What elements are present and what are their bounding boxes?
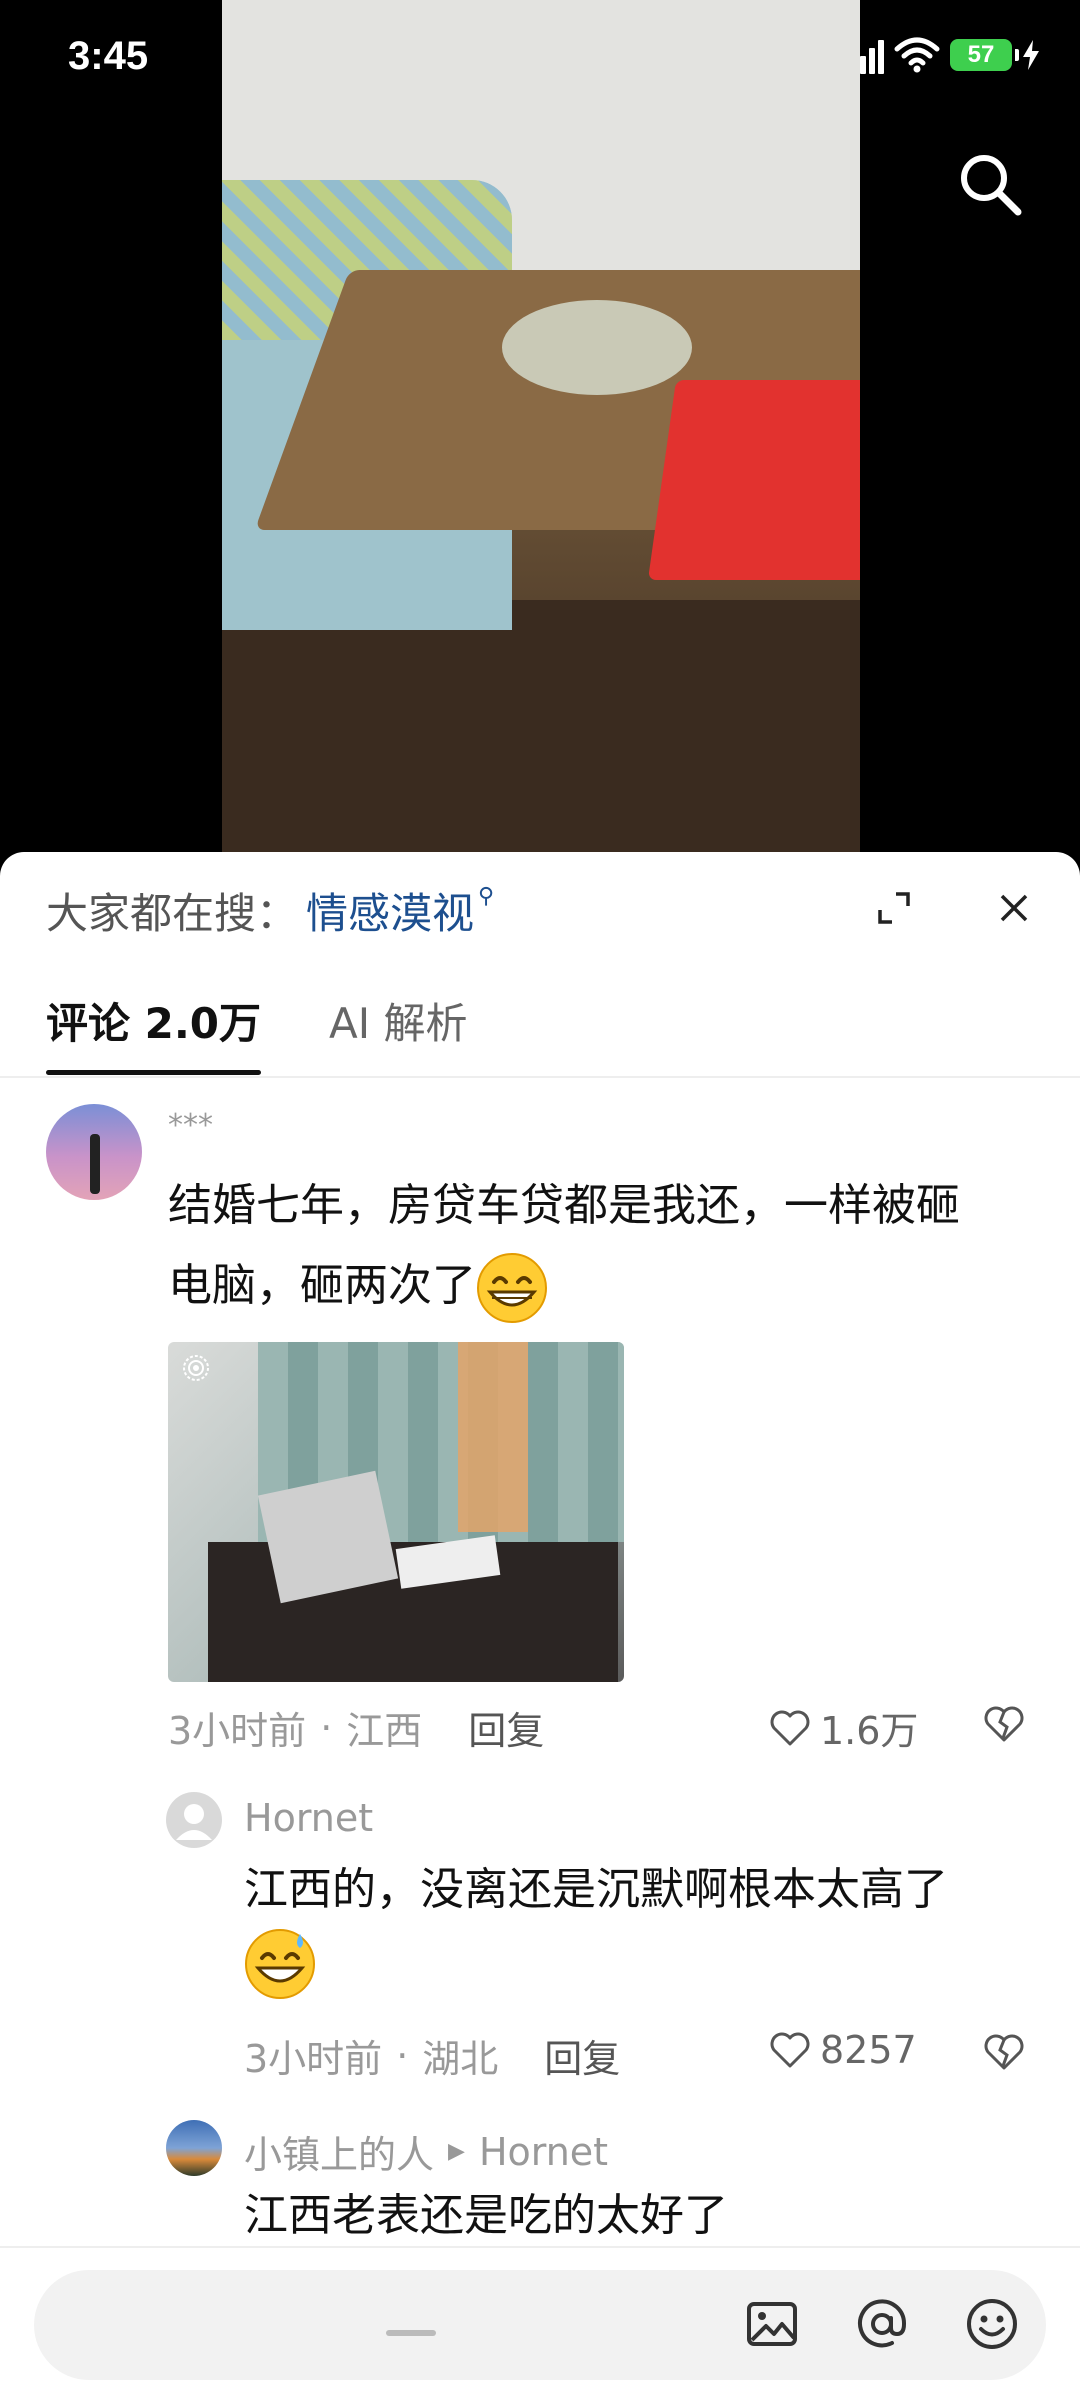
comment-image[interactable] bbox=[168, 1342, 624, 1682]
reply-meta: 3小时前 · 湖北 回复 bbox=[244, 2028, 620, 2083]
expand-icon[interactable] bbox=[876, 890, 912, 926]
at-mention-icon[interactable] bbox=[854, 2296, 910, 2352]
reply-time: 3小时前 bbox=[244, 2037, 383, 2081]
meta-dot: · bbox=[320, 1705, 333, 1750]
video-ashtray bbox=[502, 300, 692, 395]
image-light bbox=[458, 1342, 528, 1532]
reply-arrow-icon: ▶ bbox=[448, 2139, 465, 2164]
comment-username[interactable]: *** bbox=[168, 1108, 213, 1143]
comment-text: 结婚七年，房贷车贷都是我还，一样被砸 电脑，砸两次了 bbox=[168, 1166, 1038, 1326]
video-floor bbox=[222, 600, 860, 852]
charging-icon bbox=[1023, 40, 1039, 70]
reply-to-username[interactable]: Hornet bbox=[479, 2130, 608, 2174]
meta-dot: · bbox=[396, 2033, 409, 2078]
status-time: 3:45 bbox=[68, 34, 149, 78]
search-icon[interactable] bbox=[956, 150, 1024, 218]
trending-keyword[interactable]: 情感漠视 bbox=[306, 880, 474, 941]
like-button[interactable]: 1.6万 bbox=[768, 1700, 918, 1755]
like-count: 1.6万 bbox=[820, 1709, 919, 1753]
comment-meta: 3小时前 · 江西 回复 bbox=[168, 1700, 544, 1755]
reply-text-line1: 江西的，没离还是沉默啊根本太高了 bbox=[244, 1864, 948, 1915]
reply-header: 小镇上的人 ▶ Hornet bbox=[244, 2124, 608, 2179]
video-frame[interactable] bbox=[222, 0, 860, 852]
tab-comments[interactable]: 评论 2.0万 bbox=[46, 990, 262, 1075]
comment-location: 江西 bbox=[346, 1709, 423, 1753]
broken-heart-icon[interactable] bbox=[982, 1702, 1026, 1746]
comment-time: 3小时前 bbox=[168, 1709, 307, 1753]
search-small-icon: ⚲ bbox=[478, 884, 495, 909]
reply-button[interactable]: 回复 bbox=[468, 1700, 544, 1755]
comment-text-line2: 电脑，砸两次了 bbox=[168, 1260, 476, 1311]
reply-button[interactable]: 回复 bbox=[544, 2028, 620, 2083]
video-keyboard bbox=[647, 380, 860, 580]
avatar[interactable] bbox=[46, 1104, 142, 1200]
grinning-sweat-face-icon bbox=[245, 1929, 315, 1999]
wifi-icon bbox=[894, 37, 940, 73]
comment-tabs: 评论 2.0万 AI 解析 bbox=[46, 990, 468, 1075]
input-divider bbox=[0, 2246, 1080, 2248]
like-button[interactable]: 8257 bbox=[768, 2028, 917, 2072]
like-count: 8257 bbox=[820, 2028, 917, 2072]
reply-text: 江西的，没离还是沉默啊根本太高了 bbox=[244, 1854, 1044, 2000]
reply-location: 湖北 bbox=[422, 2037, 499, 2081]
comment-text-line1: 结婚七年，房贷车贷都是我还，一样被砸 bbox=[168, 1180, 960, 1231]
heart-icon bbox=[770, 2032, 810, 2068]
emoji-icon[interactable] bbox=[964, 2296, 1020, 2352]
close-icon[interactable] bbox=[996, 890, 1032, 926]
input-caret bbox=[386, 2330, 436, 2336]
battery-indicator: 57 bbox=[950, 39, 1019, 71]
tab-ai-analysis[interactable]: AI 解析 bbox=[329, 990, 467, 1075]
image-icon[interactable] bbox=[744, 2296, 800, 2352]
trending-search[interactable]: 大家都在搜： 情感漠视 ⚲ bbox=[46, 880, 494, 941]
reply-username[interactable]: Hornet bbox=[244, 1796, 373, 1840]
live-photo-icon bbox=[183, 1355, 209, 1381]
trending-prefix: 大家都在搜： bbox=[46, 889, 299, 938]
default-user-icon bbox=[176, 1804, 212, 1840]
avatar[interactable] bbox=[166, 1792, 222, 1848]
broken-heart-icon[interactable] bbox=[982, 2030, 1026, 2074]
grinning-face-icon bbox=[477, 1253, 547, 1323]
tabs-divider bbox=[0, 1076, 1080, 1078]
reply-username[interactable]: 小镇上的人 bbox=[244, 2124, 434, 2179]
heart-icon bbox=[770, 1710, 810, 1745]
reply-text: 江西老表还是吃的太好了 bbox=[244, 2190, 728, 2241]
avatar[interactable] bbox=[166, 2120, 222, 2176]
